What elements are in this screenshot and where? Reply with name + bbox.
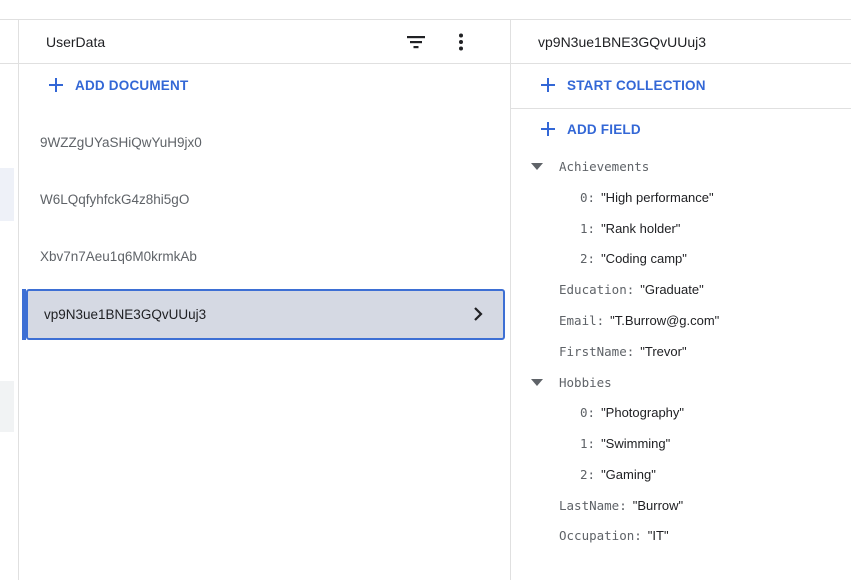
field-key: Achievements bbox=[559, 159, 650, 174]
document-item-selected[interactable]: vp9N3ue1BNE3GQvUUuj3 bbox=[22, 289, 505, 340]
section-divider bbox=[511, 108, 851, 109]
array-index: 1 bbox=[580, 221, 588, 236]
document-item[interactable]: W6LQqfyhfckG4z8hi5gO bbox=[19, 172, 510, 229]
add-document-label: ADD DOCUMENT bbox=[75, 77, 189, 93]
array-item[interactable]: 0: "High performance" bbox=[580, 190, 714, 205]
field-achievements[interactable]: Achievements bbox=[559, 159, 649, 174]
field-value: "Rank holder" bbox=[601, 221, 681, 236]
collection-item-hover[interactable] bbox=[0, 381, 14, 432]
field-lastname[interactable]: LastName: "Burrow" bbox=[559, 498, 683, 513]
document-item[interactable]: Xbv7n7Aeu1q6M0krmkAb bbox=[19, 229, 510, 286]
field-occupation[interactable]: Occupation: "IT" bbox=[559, 528, 669, 543]
more-vert-icon[interactable] bbox=[451, 32, 471, 52]
collections-panel bbox=[0, 20, 19, 580]
caret-down-icon[interactable] bbox=[531, 379, 543, 387]
field-value: "Graduate" bbox=[640, 282, 704, 297]
plus-icon bbox=[541, 78, 555, 92]
selection-indicator bbox=[22, 289, 26, 340]
plus-icon bbox=[541, 122, 555, 136]
field-value: "Gaming" bbox=[601, 467, 656, 482]
array-item[interactable]: 1: "Rank holder" bbox=[580, 221, 680, 236]
array-item[interactable]: 0: "Photography" bbox=[580, 405, 684, 420]
field-key: Occupation bbox=[559, 528, 635, 543]
start-collection-label: START COLLECTION bbox=[567, 77, 706, 93]
filter-icon[interactable] bbox=[405, 32, 427, 52]
array-index: 0 bbox=[580, 190, 588, 205]
document-id: W6LQqfyhfckG4z8hi5gO bbox=[40, 192, 190, 207]
add-document-button[interactable]: ADD DOCUMENT bbox=[48, 77, 188, 93]
document-title: vp9N3ue1BNE3GQvUUuj3 bbox=[538, 34, 707, 50]
array-index: 1 bbox=[580, 436, 588, 451]
field-key: Email bbox=[559, 313, 597, 328]
document-detail-panel: vp9N3ue1BNE3GQvUUuj3 START COLLECTION AD… bbox=[511, 20, 851, 580]
field-value: "Coding camp" bbox=[601, 251, 687, 266]
collection-item-selected[interactable] bbox=[0, 168, 14, 221]
array-index: 2 bbox=[580, 251, 588, 266]
field-education[interactable]: Education: "Graduate" bbox=[559, 282, 704, 297]
chevron-right-icon bbox=[474, 307, 483, 321]
field-key: LastName bbox=[559, 498, 620, 513]
field-value: "Burrow" bbox=[632, 498, 684, 513]
document-header: vp9N3ue1BNE3GQvUUuj3 bbox=[511, 20, 851, 64]
field-email[interactable]: Email: "T.Burrow@g.com" bbox=[559, 313, 719, 328]
field-value: "Trevor" bbox=[640, 344, 687, 359]
field-hobbies[interactable]: Hobbies bbox=[559, 375, 612, 390]
document-id: 9WZZgUYaSHiQwYuH9jx0 bbox=[40, 135, 202, 150]
collection-title: UserData bbox=[46, 34, 106, 50]
array-item[interactable]: 2: "Coding camp" bbox=[580, 251, 687, 266]
document-id: vp9N3ue1BNE3GQvUUuj3 bbox=[44, 307, 207, 322]
plus-icon bbox=[49, 78, 63, 92]
field-key: FirstName bbox=[559, 344, 627, 359]
field-value: "Photography" bbox=[601, 405, 685, 420]
field-key: Education bbox=[559, 282, 627, 297]
field-firstname[interactable]: FirstName: "Trevor" bbox=[559, 344, 687, 359]
array-index: 0 bbox=[580, 405, 588, 420]
field-value: "High performance" bbox=[601, 190, 714, 205]
document-id: Xbv7n7Aeu1q6M0krmkAb bbox=[40, 249, 197, 264]
field-value: "IT" bbox=[647, 528, 669, 543]
add-field-button[interactable]: ADD FIELD bbox=[540, 121, 641, 137]
documents-header: UserData bbox=[19, 20, 510, 64]
top-strip bbox=[0, 0, 851, 20]
start-collection-button[interactable]: START COLLECTION bbox=[540, 77, 706, 93]
caret-down-icon[interactable] bbox=[531, 163, 543, 171]
document-item[interactable]: 9WZZgUYaSHiQwYuH9jx0 bbox=[19, 115, 510, 172]
field-key: Hobbies bbox=[559, 375, 612, 390]
add-field-label: ADD FIELD bbox=[567, 121, 641, 137]
field-value: "T.Burrow@g.com" bbox=[610, 313, 720, 328]
array-index: 2 bbox=[580, 467, 588, 482]
field-value: "Swimming" bbox=[601, 436, 671, 451]
documents-panel: UserData ADD DOCUMENT 9WZZgUYaSHiQwYuH9j… bbox=[19, 20, 511, 580]
array-item[interactable]: 2: "Gaming" bbox=[580, 467, 656, 482]
collections-header-divider bbox=[0, 63, 19, 64]
array-item[interactable]: 1: "Swimming" bbox=[580, 436, 670, 451]
